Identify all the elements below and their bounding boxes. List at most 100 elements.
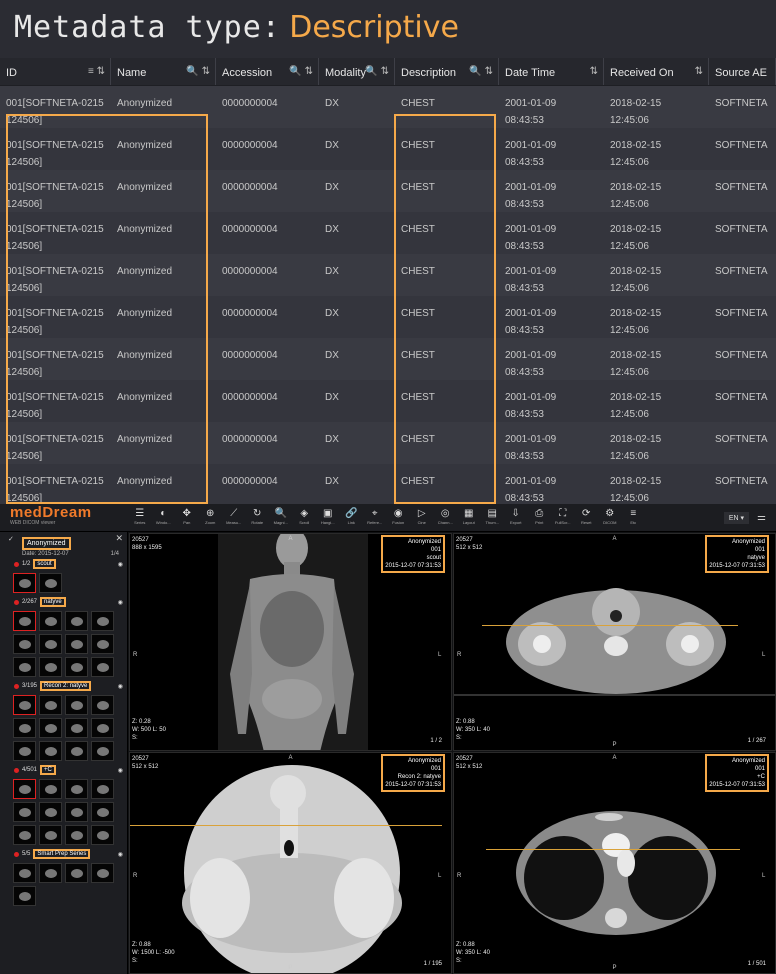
thumbnail[interactable]	[91, 718, 114, 738]
table-row[interactable]: 001[SOFTNETA-0215124506] Anonymized 000000…	[0, 128, 776, 170]
thumbnail[interactable]	[39, 695, 62, 715]
close-icon[interactable]: ✕	[115, 533, 123, 544]
tool-refere-button[interactable]: ⌖ Refere...	[363, 508, 387, 527]
thumbnail[interactable]	[13, 779, 36, 799]
column-header-id[interactable]: ID ≡ ⇅	[0, 58, 111, 85]
tool-zoom-button[interactable]: ⊕ Zoom	[199, 508, 223, 527]
filter-sort-icon[interactable]: ≡ ⇅	[88, 66, 105, 77]
table-row[interactable]: 001[SOFTNETA-0215124506] Anonymized 000000…	[0, 170, 776, 212]
search-sort-icon[interactable]: 🔍 ⇅	[289, 66, 313, 77]
tool-magni-button[interactable]: 🔍 Magni...	[269, 508, 293, 527]
thumbnail[interactable]	[13, 573, 36, 593]
tool-reset-button[interactable]: ⟳ Reset	[575, 508, 599, 527]
tool-etc-button[interactable]: ≡ Etc	[622, 508, 646, 527]
thumbnail[interactable]	[91, 611, 114, 631]
thumbnail[interactable]	[39, 741, 62, 761]
thumbnail[interactable]	[39, 863, 62, 883]
tool-fullscr-button[interactable]: ⛶ FullScr...	[551, 508, 575, 527]
thumbnail[interactable]	[65, 825, 88, 845]
tool-hangi-button[interactable]: ▣ Hangi...	[316, 508, 340, 527]
table-row[interactable]: 001[SOFTNETA-0215124506] Anonymized 000000…	[0, 422, 776, 464]
thumbnail[interactable]	[65, 779, 88, 799]
thumbnail[interactable]	[91, 657, 114, 677]
thumbnail[interactable]	[13, 695, 36, 715]
tool-layout-button[interactable]: ▦ Layout	[457, 508, 481, 527]
thumbnail[interactable]	[39, 573, 62, 593]
tool-fusion-button[interactable]: ◉ Fusion	[387, 508, 411, 527]
tool-cine-button[interactable]: ▷ Cine	[410, 508, 434, 527]
sort-icon[interactable]: ⇅	[695, 66, 703, 77]
search-sort-icon[interactable]: 🔍 ⇅	[469, 66, 493, 77]
tool-chann-button[interactable]: ◎ Chann...	[434, 508, 458, 527]
search-sort-icon[interactable]: 🔍 ⇅	[186, 66, 210, 77]
thumbnail[interactable]	[13, 741, 36, 761]
table-row[interactable]: 001[SOFTNETA-0215124506] Anonymized 000000…	[0, 380, 776, 422]
table-row[interactable]: 001[SOFTNETA-0215124506] Anonymized 000000…	[0, 464, 776, 504]
thumbnail[interactable]	[91, 825, 114, 845]
thumbnail[interactable]	[13, 863, 36, 883]
tool-dicom-button[interactable]: ⚙ DICOM	[598, 508, 622, 527]
search-sort-icon[interactable]: 🔍 ⇅	[365, 66, 389, 77]
thumbnail[interactable]	[91, 634, 114, 654]
thumbnail[interactable]	[91, 695, 114, 715]
tool-rotate-button[interactable]: ↻ Rotate	[246, 508, 270, 527]
thumbnail[interactable]	[13, 886, 36, 906]
tool-pan-button[interactable]: ✥ Pan	[175, 508, 199, 527]
table-row[interactable]: 001[SOFTNETA-0215124506] Anonymized 000000…	[0, 86, 776, 128]
column-header-name[interactable]: Name 🔍 ⇅	[111, 58, 216, 85]
thumbnail[interactable]	[65, 741, 88, 761]
thumbnail[interactable]	[39, 825, 62, 845]
table-row[interactable]: 001[SOFTNETA-0215124506] Anonymized 000000…	[0, 296, 776, 338]
series-item-contrast[interactable]: 4/501 +C ◉	[0, 763, 127, 777]
thumbnail[interactable]	[39, 657, 62, 677]
series-item-recon[interactable]: 3/195 Recon 2: natyve ◉	[0, 679, 127, 693]
column-header-description[interactable]: Description 🔍 ⇅	[395, 58, 499, 85]
thumbnail[interactable]	[39, 779, 62, 799]
table-row[interactable]: 001[SOFTNETA-0215124506] Anonymized 000000…	[0, 338, 776, 380]
thumbnail[interactable]	[39, 634, 62, 654]
thumbnail[interactable]	[91, 863, 114, 883]
thumbnail[interactable]	[13, 825, 36, 845]
column-header-date-time[interactable]: Date Time ⇅	[499, 58, 604, 85]
series-item-natyve[interactable]: 2/267 natyve ◉	[0, 595, 127, 609]
tool-scroll-button[interactable]: ◈ Scroll	[293, 508, 317, 527]
thumbnail[interactable]	[65, 611, 88, 631]
thumbnail[interactable]	[91, 779, 114, 799]
thumbnail[interactable]	[91, 802, 114, 822]
thumbnail[interactable]	[13, 802, 36, 822]
tool-measu-button[interactable]: ⟋ Measu...	[222, 508, 246, 527]
thumbnail[interactable]	[39, 802, 62, 822]
table-cell: Anonymized	[117, 476, 173, 487]
tool-windo-button[interactable]: ◐ Windo...	[152, 508, 176, 527]
thumbnail[interactable]	[65, 802, 88, 822]
thumbnail[interactable]	[13, 634, 36, 654]
column-header-source-ae[interactable]: Source AE	[709, 58, 776, 85]
thumbnail[interactable]	[13, 718, 36, 738]
series-item-scout[interactable]: 1/2 scout ◉	[0, 557, 127, 571]
tool-export-button[interactable]: ⇩ Export	[504, 508, 528, 527]
sort-icon[interactable]: ⇅	[590, 66, 598, 77]
column-header-modality[interactable]: Modality 🔍 ⇅	[319, 58, 395, 85]
settings-sliders-icon[interactable]: ⚌	[757, 512, 766, 523]
tool-series-button[interactable]: ☰ Series	[128, 508, 152, 527]
tool-print-button[interactable]: ⎙ Print	[528, 508, 552, 527]
thumbnail[interactable]	[65, 718, 88, 738]
tool-thum-button[interactable]: ▤ Thum...	[481, 508, 505, 527]
language-select[interactable]: EN ▾	[723, 511, 750, 524]
thumbnail[interactable]	[13, 611, 36, 631]
thumbnail[interactable]	[65, 634, 88, 654]
thumbnail[interactable]	[39, 718, 62, 738]
thumbnail[interactable]	[65, 657, 88, 677]
thumbnail[interactable]	[39, 611, 62, 631]
table-row[interactable]: 001[SOFTNETA-0215124506] Anonymized 000000…	[0, 254, 776, 296]
column-header-received-on[interactable]: Received On ⇅	[604, 58, 709, 85]
thumbnail[interactable]	[91, 741, 114, 761]
thumbnail[interactable]	[65, 695, 88, 715]
thumbnail[interactable]	[65, 863, 88, 883]
chevron-down-icon[interactable]: ✓	[8, 535, 14, 543]
series-item-smart-prep[interactable]: 5/5 Smart Prep Series ◉	[0, 847, 127, 861]
column-header-accession[interactable]: Accession 🔍 ⇅	[216, 58, 319, 85]
table-row[interactable]: 001[SOFTNETA-0215124506] Anonymized 000000…	[0, 212, 776, 254]
thumbnail[interactable]	[13, 657, 36, 677]
tool-link-button[interactable]: 🔗 Link	[340, 508, 364, 527]
